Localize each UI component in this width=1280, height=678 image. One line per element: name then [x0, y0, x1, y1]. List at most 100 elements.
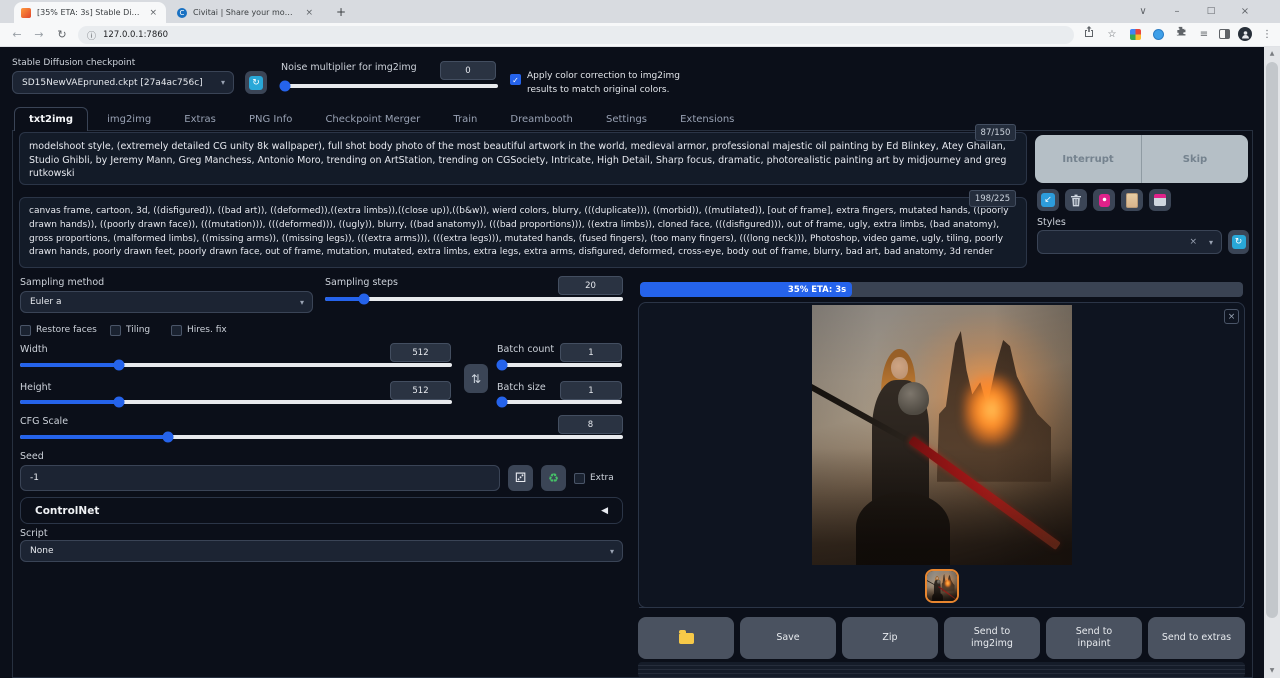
slider-handle[interactable]: [162, 432, 173, 443]
site-info-icon[interactable]: ⓘ: [87, 29, 96, 42]
tab-train[interactable]: Train: [439, 108, 491, 131]
tab-settings[interactable]: Settings: [592, 108, 661, 131]
batch-count-slider[interactable]: [497, 363, 622, 367]
window-close-button[interactable]: ×: [1230, 0, 1260, 23]
scrollbar-thumb[interactable]: [1266, 62, 1278, 618]
browser-menu-dots-icon[interactable]: ⋮: [1258, 25, 1276, 44]
window-minimize-button[interactable]: –: [1162, 0, 1192, 23]
tab-txt2img[interactable]: txt2img: [14, 107, 88, 131]
bookmark-star-icon[interactable]: ☆: [1103, 25, 1121, 44]
slider-handle[interactable]: [497, 397, 508, 408]
tiling-checkbox[interactable]: [110, 325, 121, 336]
tab-dreambooth[interactable]: Dreambooth: [496, 108, 586, 131]
share-icon[interactable]: [1080, 25, 1098, 44]
color-correction-checkbox[interactable]: ✓: [510, 74, 521, 85]
window-maximize-button[interactable]: □: [1196, 0, 1226, 23]
seed-input[interactable]: -1: [20, 465, 500, 491]
extra-seed-checkbox[interactable]: [574, 473, 585, 484]
reload-icon[interactable]: ↻: [53, 25, 71, 44]
address-bar[interactable]: ⓘ 127.0.0.1:7860: [78, 26, 1074, 44]
random-seed-button[interactable]: ⚂: [508, 465, 533, 491]
sampling-steps-label: Sampling steps: [325, 277, 398, 288]
hires-fix-checkbox[interactable]: [171, 325, 182, 336]
extension-blue-icon[interactable]: [1153, 29, 1164, 40]
side-panel-icon[interactable]: [1219, 29, 1230, 39]
chevron-down-icon[interactable]: ▾: [1209, 238, 1213, 247]
generated-image[interactable]: [812, 305, 1072, 565]
extension-colored-icon[interactable]: [1130, 29, 1141, 40]
browser-tab-stable-diffusion[interactable]: [35% ETA: 3s] Stable Diffusion ×: [14, 2, 166, 23]
tab-close-icon[interactable]: ×: [303, 8, 315, 18]
forward-icon[interactable]: →: [30, 25, 48, 44]
tab-close-icon[interactable]: ×: [147, 8, 159, 18]
negative-prompt-textarea[interactable]: canvas frame, cartoon, 3d, ((disfigured)…: [19, 197, 1027, 268]
slider-handle[interactable]: [358, 294, 369, 305]
clear-prompt-button[interactable]: [1065, 189, 1087, 211]
browser-tab-title: [35% ETA: 3s] Stable Diffusion: [37, 8, 141, 17]
send-to-extras-label: Send to extras: [1162, 632, 1231, 644]
folder-icon: [679, 633, 694, 644]
prompt-textarea[interactable]: modelshoot style, (extremely detailed CG…: [19, 132, 1027, 185]
back-icon[interactable]: ←: [8, 25, 26, 44]
sampling-steps-value[interactable]: 20: [558, 276, 623, 295]
gallery-thumbnail[interactable]: [925, 569, 959, 603]
profile-avatar[interactable]: [1238, 27, 1252, 41]
clear-icon[interactable]: ×: [1189, 237, 1197, 247]
batch-size-value[interactable]: 1: [560, 381, 622, 400]
generated-image-wrap[interactable]: [812, 305, 1072, 565]
width-value[interactable]: 512: [390, 343, 451, 362]
slider-handle[interactable]: [114, 360, 125, 371]
checkpoint-select[interactable]: SD15NewVAEpruned.ckpt [27a4ac756c] ▾: [12, 71, 234, 94]
noise-multiplier-value[interactable]: 0: [440, 61, 496, 80]
batch-count-value[interactable]: 1: [560, 343, 622, 362]
tab-checkpoint-merger[interactable]: Checkpoint Merger: [311, 108, 434, 131]
send-to-inpaint-button[interactable]: Send to inpaint: [1046, 617, 1142, 659]
extra-networks-button[interactable]: [1093, 189, 1115, 211]
sampling-method-select[interactable]: Euler a ▾: [20, 291, 313, 313]
controlnet-accordion[interactable]: ControlNet ◀: [20, 497, 623, 524]
height-value[interactable]: 512: [390, 381, 451, 400]
batch-size-slider[interactable]: [497, 400, 622, 404]
tab-extensions[interactable]: Extensions: [666, 108, 748, 131]
send-to-img2img-button[interactable]: Send to img2img: [944, 617, 1040, 659]
interrupt-button[interactable]: Interrupt: [1035, 135, 1142, 183]
styles-refresh-button[interactable]: ↻: [1228, 230, 1249, 254]
extensions-puzzle-icon[interactable]: [1172, 25, 1190, 44]
cfg-scale-slider[interactable]: [20, 435, 623, 439]
gallery-close-button[interactable]: ×: [1224, 309, 1239, 324]
new-tab-button[interactable]: +: [332, 3, 350, 21]
tab-search-chevron-icon[interactable]: ∨: [1128, 0, 1158, 23]
open-folder-button[interactable]: [638, 617, 734, 659]
paste-generation-params-button[interactable]: ↙: [1037, 189, 1059, 211]
reuse-seed-button[interactable]: ♻: [541, 465, 566, 491]
batch-size-label: Batch size: [497, 382, 546, 393]
sampling-method-value: Euler a: [30, 297, 62, 307]
url-text: 127.0.0.1:7860: [103, 30, 168, 40]
tab-extras[interactable]: Extras: [170, 108, 230, 131]
tab-png-info[interactable]: PNG Info: [235, 108, 306, 131]
sampling-steps-slider[interactable]: [325, 297, 623, 301]
tab-img2img[interactable]: img2img: [93, 108, 165, 131]
noise-multiplier-slider[interactable]: [281, 84, 498, 88]
reading-list-icon[interactable]: ≡: [1195, 25, 1213, 44]
scrollbar-up-icon[interactable]: ▲: [1264, 47, 1280, 61]
save-button[interactable]: Save: [740, 617, 836, 659]
slider-handle[interactable]: [280, 81, 291, 92]
cfg-scale-value[interactable]: 8: [558, 415, 623, 434]
browser-tab-civitai[interactable]: C Civitai | Share your models ×: [170, 2, 322, 23]
skip-button[interactable]: Skip: [1142, 135, 1248, 183]
slider-handle[interactable]: [497, 360, 508, 371]
save-style-button[interactable]: [1149, 189, 1171, 211]
height-slider[interactable]: [20, 400, 452, 404]
scrollbar-down-icon[interactable]: ▼: [1264, 664, 1280, 678]
width-slider[interactable]: [20, 363, 452, 367]
swap-dimensions-button[interactable]: ⇅: [464, 364, 488, 393]
zip-button[interactable]: Zip: [842, 617, 938, 659]
checkpoint-refresh-button[interactable]: ↻: [245, 71, 267, 94]
apply-styles-button[interactable]: [1121, 189, 1143, 211]
slider-handle[interactable]: [114, 397, 125, 408]
script-select[interactable]: None ▾: [20, 540, 623, 562]
styles-select[interactable]: × ▾: [1037, 230, 1222, 254]
send-to-extras-button[interactable]: Send to extras: [1148, 617, 1245, 659]
restore-faces-checkbox[interactable]: [20, 325, 31, 336]
